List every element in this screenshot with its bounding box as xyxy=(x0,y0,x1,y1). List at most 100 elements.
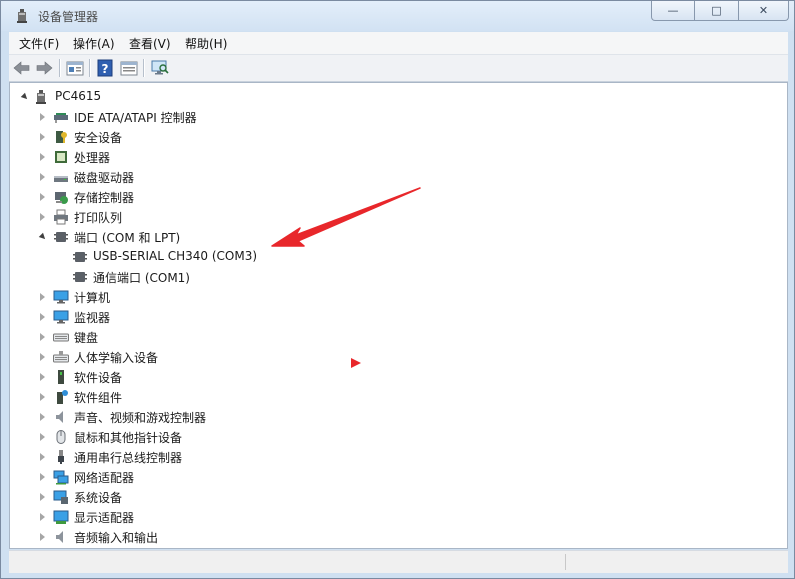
close-button[interactable]: ✕ xyxy=(739,1,789,21)
toolbar-separator xyxy=(59,59,61,77)
expand-icon[interactable] xyxy=(40,353,45,361)
security-device-icon xyxy=(56,131,67,143)
back-arrow-icon[interactable] xyxy=(12,58,32,78)
tree-item-label: 软件设备 xyxy=(74,371,123,385)
expand-icon[interactable] xyxy=(40,133,45,141)
expand-icon[interactable] xyxy=(40,333,45,341)
menu-file[interactable]: 文件(F) xyxy=(19,35,59,52)
processor-icon xyxy=(55,151,67,163)
expand-icon[interactable] xyxy=(40,433,45,441)
tree-item-label: 通用串行总线控制器 xyxy=(74,451,183,465)
status-bar xyxy=(9,550,788,573)
tree-item[interactable]: 系统设备 xyxy=(10,487,780,507)
computer-icon xyxy=(53,290,69,304)
tree-child-com3[interactable]: USB-SERIAL CH340 (COM3) xyxy=(10,247,780,267)
collapse-icon[interactable] xyxy=(20,92,30,102)
tree-item[interactable]: 安全设备 xyxy=(10,127,780,147)
expand-icon[interactable] xyxy=(40,113,45,121)
tree-item-label: 打印队列 xyxy=(74,211,123,225)
tree-item[interactable]: IDE ATA/ATAPI 控制器 xyxy=(10,107,780,127)
tree-item[interactable]: 鼠标和其他指针设备 xyxy=(10,427,780,447)
system-device-icon xyxy=(53,490,68,504)
monitor-icon xyxy=(53,310,69,324)
tree-item[interactable]: 处理器 xyxy=(10,147,780,167)
device-tree[interactable]: PC4615 IDE ATA/ATAPI 控制器 安全设备 处理器 磁盘驱动器 … xyxy=(9,82,788,549)
expand-icon[interactable] xyxy=(40,173,45,181)
tree-item-label: 端口 (COM 和 LPT) xyxy=(74,231,181,245)
display-adapter-icon xyxy=(53,510,69,524)
maximize-button[interactable]: □ xyxy=(695,1,739,21)
disk-drive-icon xyxy=(54,176,68,182)
expand-icon[interactable] xyxy=(40,493,45,501)
expand-icon[interactable] xyxy=(40,473,45,481)
expand-icon[interactable] xyxy=(40,193,45,201)
mouse-icon xyxy=(56,430,66,444)
computer-tower-icon xyxy=(36,90,46,104)
title-bar[interactable]: 设备管理器 — □ ✕ xyxy=(1,1,794,31)
tree-item-label: 安全设备 xyxy=(74,131,123,145)
expand-icon[interactable] xyxy=(40,373,45,381)
tree-item[interactable]: 网络适配器 xyxy=(10,467,780,487)
audio-io-icon xyxy=(56,531,63,543)
tree-item[interactable]: 监视器 xyxy=(10,307,780,327)
tree-item-label: 计算机 xyxy=(74,291,111,305)
tree-root-label: PC4615 xyxy=(55,89,102,103)
menu-action[interactable]: 操作(A) xyxy=(73,35,115,52)
expand-icon[interactable] xyxy=(40,213,45,221)
storage-controller-icon xyxy=(55,192,68,204)
tree-child-com1[interactable]: 通信端口 (COM1) xyxy=(10,267,780,287)
tree-item[interactable]: 计算机 xyxy=(10,287,780,307)
expand-icon[interactable] xyxy=(40,153,45,161)
tree-item[interactable]: 音频输入和输出 xyxy=(10,527,780,547)
usb-icon xyxy=(58,450,64,464)
menu-help[interactable]: 帮助(H) xyxy=(185,35,227,52)
tree-item[interactable]: 通用串行总线控制器 xyxy=(10,447,780,467)
expand-icon[interactable] xyxy=(40,393,45,401)
tree-item[interactable]: 声音、视频和游戏控制器 xyxy=(10,407,780,427)
menu-view[interactable]: 查看(V) xyxy=(129,35,171,52)
speaker-icon xyxy=(56,411,63,423)
forward-arrow-icon[interactable] xyxy=(34,58,54,78)
tree-item[interactable]: 软件设备 xyxy=(10,367,780,387)
port-icon xyxy=(54,232,68,242)
scan-hardware-icon[interactable] xyxy=(150,58,170,78)
tree-item-label: 鼠标和其他指针设备 xyxy=(74,431,183,445)
toolbar: ? xyxy=(9,55,788,82)
tree-item-label: 监视器 xyxy=(74,311,111,325)
expand-icon[interactable] xyxy=(40,313,45,321)
properties-icon[interactable] xyxy=(65,58,85,78)
tree-item[interactable]: 键盘 xyxy=(10,327,780,347)
expand-icon[interactable] xyxy=(40,453,45,461)
software-component-icon xyxy=(57,390,68,404)
expand-icon[interactable] xyxy=(40,293,45,301)
close-icon: ✕ xyxy=(758,4,769,17)
maximize-icon: □ xyxy=(711,4,722,17)
tree-item-label: 键盘 xyxy=(74,331,99,345)
tree-item-label: 磁盘驱动器 xyxy=(74,171,135,185)
collapse-icon[interactable] xyxy=(38,232,48,242)
tree-item[interactable]: 打印队列 xyxy=(10,207,780,227)
tree-item[interactable]: 磁盘驱动器 xyxy=(10,167,780,187)
show-hidden-icon[interactable] xyxy=(119,58,139,78)
expand-icon[interactable] xyxy=(40,413,45,421)
expand-icon[interactable] xyxy=(40,513,45,521)
tree-item-label: 音频输入和输出 xyxy=(74,531,159,545)
help-icon[interactable]: ? xyxy=(95,58,115,78)
menu-bar: 文件(F) 操作(A) 查看(V) 帮助(H) xyxy=(9,32,788,55)
printer-icon xyxy=(54,209,68,225)
tree-item[interactable]: 人体学输入设备 xyxy=(10,347,780,367)
tree-item[interactable]: 显示适配器 xyxy=(10,507,780,527)
tree-item[interactable]: 存储控制器 xyxy=(10,187,780,207)
port-icon xyxy=(73,252,87,262)
minimize-button[interactable]: — xyxy=(651,1,695,21)
network-adapter-icon xyxy=(53,470,69,485)
tree-root-row[interactable]: PC4615 xyxy=(10,87,780,107)
ide-controller-icon xyxy=(54,113,68,123)
tree-item-ports[interactable]: 端口 (COM 和 LPT) xyxy=(10,227,780,247)
expand-icon[interactable] xyxy=(40,533,45,541)
tree-item-label: 存储控制器 xyxy=(74,191,135,205)
tree-item[interactable]: 软件组件 xyxy=(10,387,780,407)
hid-icon xyxy=(53,351,69,363)
tree-item-label: 人体学输入设备 xyxy=(74,351,159,365)
tree-item-label: 软件组件 xyxy=(74,391,123,405)
